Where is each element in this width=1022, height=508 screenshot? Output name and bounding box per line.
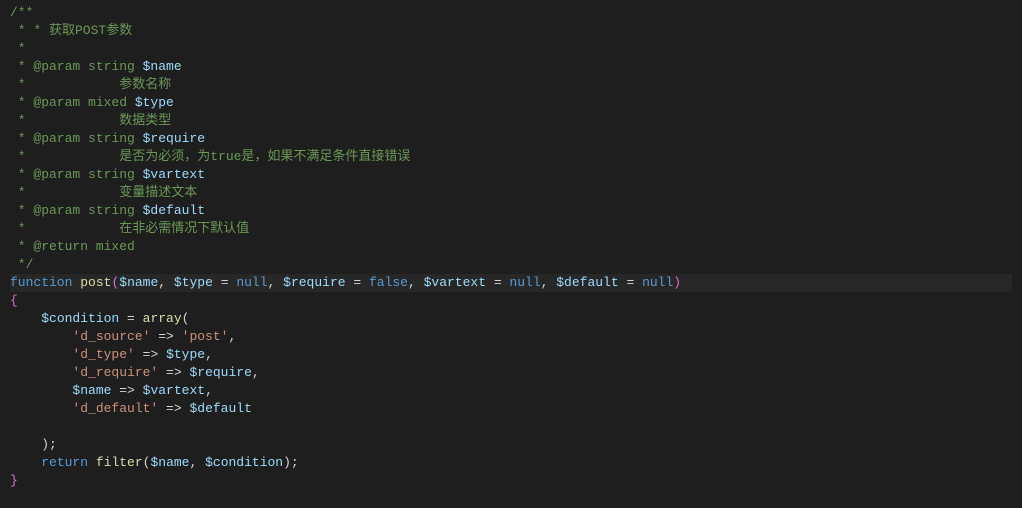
- docblock-var: $default: [143, 203, 205, 218]
- docblock-line: * @return mixed: [10, 239, 135, 254]
- variable-key: $name: [72, 383, 111, 398]
- equals: =: [486, 275, 509, 290]
- paren-close-semi: );: [41, 437, 57, 452]
- param: $name: [119, 275, 158, 290]
- docblock-line: *: [10, 41, 26, 56]
- variable: $condition: [205, 455, 283, 470]
- arrow: =>: [158, 401, 189, 416]
- comma: ,: [158, 275, 174, 290]
- function-name: post: [80, 275, 111, 290]
- comma: ,: [189, 455, 205, 470]
- arrow: =>: [150, 329, 181, 344]
- variable: $type: [166, 347, 205, 362]
- docblock-open: /**: [10, 5, 33, 20]
- string-key: 'd_type': [72, 347, 134, 362]
- string-key: 'd_require': [72, 365, 158, 380]
- null-literal: null: [509, 275, 540, 290]
- string-key: 'd_default': [72, 401, 158, 416]
- variable: $default: [189, 401, 251, 416]
- equals: =: [119, 311, 142, 326]
- comma: ,: [268, 275, 284, 290]
- param: $require: [283, 275, 345, 290]
- docblock-param: * @param string: [10, 59, 143, 74]
- docblock-close: */: [10, 257, 33, 272]
- docblock-line: * 数据类型: [10, 113, 171, 128]
- equals: =: [213, 275, 236, 290]
- docblock-var: $require: [143, 131, 205, 146]
- docblock-line: * 在非必需情况下默认值: [10, 221, 249, 236]
- docblock-line: * 是否为必须，为true是，如果不满足条件直接错误: [10, 149, 410, 164]
- variable: $require: [189, 365, 251, 380]
- variable: $condition: [41, 311, 119, 326]
- arrow: =>: [158, 365, 189, 380]
- keyword-function: function: [10, 275, 72, 290]
- array-keyword: array: [143, 311, 182, 326]
- string-key: 'd_source': [72, 329, 150, 344]
- param: $vartext: [424, 275, 486, 290]
- comma: ,: [228, 329, 236, 344]
- false-literal: false: [369, 275, 408, 290]
- paren-open: (: [182, 311, 190, 326]
- keyword-return: return: [41, 455, 88, 470]
- docblock-line: * 参数名称: [10, 77, 171, 92]
- docblock-param: * @param string: [10, 131, 143, 146]
- param: $type: [174, 275, 213, 290]
- docblock-param: * @param string: [10, 167, 143, 182]
- brace-open: {: [10, 293, 18, 308]
- paren-close: ): [673, 275, 681, 290]
- docblock-var: $name: [143, 59, 182, 74]
- comma: ,: [541, 275, 557, 290]
- string-value: 'post': [182, 329, 229, 344]
- variable: $name: [150, 455, 189, 470]
- docblock-var: $type: [135, 95, 174, 110]
- docblock-line: * * 获取POST参数: [10, 23, 132, 38]
- comma: ,: [252, 365, 260, 380]
- code-editor[interactable]: /** * * 获取POST参数 * * @param string $name…: [0, 0, 1022, 494]
- variable: $vartext: [143, 383, 205, 398]
- paren-close-semi: );: [283, 455, 299, 470]
- equals: =: [346, 275, 369, 290]
- docblock-param: * @param mixed: [10, 95, 135, 110]
- param: $default: [556, 275, 618, 290]
- arrow: =>: [135, 347, 166, 362]
- docblock-line: * 变量描述文本: [10, 185, 197, 200]
- docblock-var: $vartext: [143, 167, 205, 182]
- function-call: filter: [96, 455, 143, 470]
- docblock-param: * @param string: [10, 203, 143, 218]
- comma: ,: [408, 275, 424, 290]
- comma: ,: [205, 383, 213, 398]
- null-literal: null: [236, 275, 267, 290]
- brace-close: }: [10, 473, 18, 488]
- current-line: function post($name, $type = null, $requ…: [10, 274, 1012, 292]
- arrow: =>: [111, 383, 142, 398]
- null-literal: null: [642, 275, 673, 290]
- comma: ,: [205, 347, 213, 362]
- equals: =: [619, 275, 642, 290]
